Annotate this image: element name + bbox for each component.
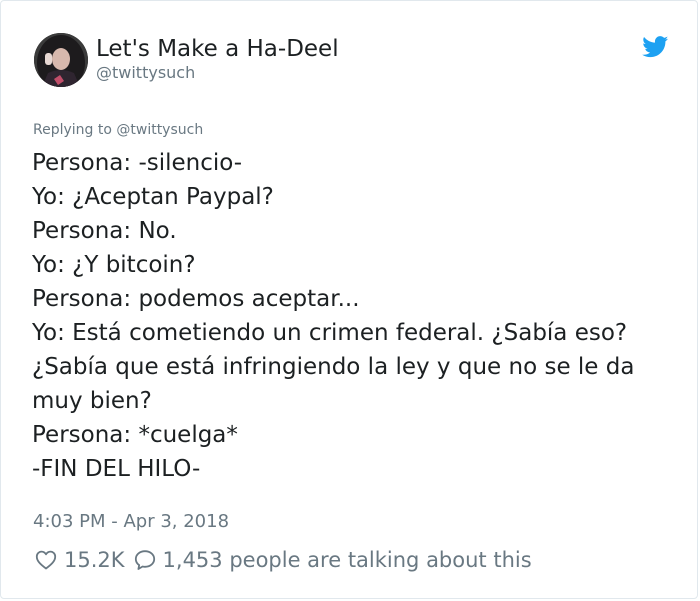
tweet-line: Yo: ¿Y bitcoin? [32, 252, 196, 278]
twitter-bird-icon[interactable] [642, 36, 669, 58]
tweet-timestamp[interactable]: 4:03 PM - Apr 3, 2018 [33, 510, 229, 534]
tweet-line: Persona: No. [32, 218, 177, 244]
author-display-name[interactable]: Let's Make a Ha-Deel [96, 35, 339, 63]
tweet-line: Persona: -silencio- [32, 150, 243, 176]
like-count[interactable]: 15.2K [64, 548, 125, 572]
tweet-line: Persona: *cuelga* [32, 422, 238, 448]
tweet-text: Persona: -silencio- Yo: ¿Aceptan Paypal?… [32, 146, 682, 486]
tweet-line: muy bien? [32, 388, 152, 414]
tweet-line: Persona: podemos aceptar... [32, 286, 360, 312]
avatar-photo [34, 33, 88, 87]
talking-count[interactable]: 1,453 people are talking about this [163, 548, 532, 572]
replying-to-label[interactable]: Replying to @twittysuch [33, 121, 203, 139]
tweet-line: ¿Sabía que está infringiendo la ley y qu… [32, 354, 635, 380]
tweet-line: Yo: Está cometiendo un crimen federal. ¿… [32, 320, 628, 346]
tweet-line: Yo: ¿Aceptan Paypal? [32, 184, 274, 210]
speech-bubble-icon[interactable] [133, 548, 157, 572]
tweet-line: -FIN DEL HILO- [32, 456, 201, 482]
avatar[interactable] [34, 33, 88, 87]
tweet-actions: 15.2K 1,453 people are talking about thi… [34, 546, 532, 574]
tweet-card: Let's Make a Ha-Deel @twittysuch Replyin… [0, 0, 698, 599]
author-handle[interactable]: @twittysuch [96, 63, 195, 83]
heart-icon[interactable] [34, 548, 58, 572]
